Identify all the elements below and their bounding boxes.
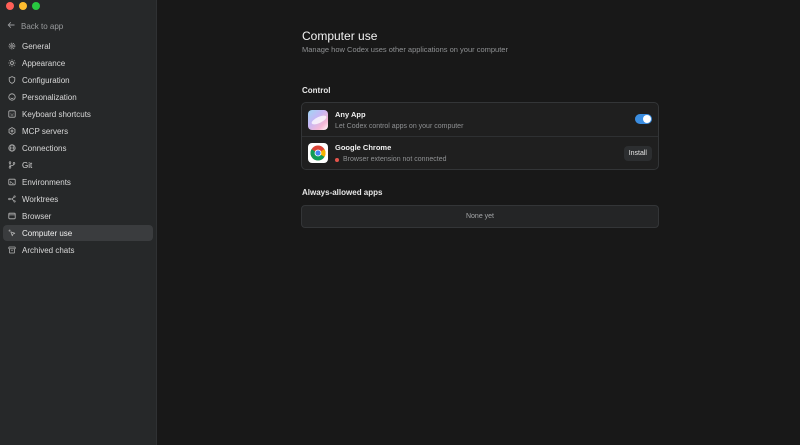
sun-icon (8, 59, 16, 67)
zoom-window-button[interactable] (32, 2, 40, 10)
sidebar-item-connections[interactable]: Connections (3, 140, 153, 156)
chrome-status-text: Browser extension not connected (343, 156, 447, 163)
any-app-title: Any App (335, 109, 366, 119)
terminal-icon (8, 178, 16, 186)
hexagon-icon (8, 127, 16, 135)
sidebar-item-label: Keyboard shortcuts (22, 109, 91, 119)
any-app-icon (308, 109, 328, 130)
settings-content: Computer use Manage how Codex uses other… (158, 0, 800, 445)
keyboard-icon (8, 110, 16, 118)
arrow-left-icon (7, 21, 15, 31)
any-app-row: Any App Let Codex control apps on your c… (302, 103, 658, 136)
google-chrome-title: Google Chrome (335, 143, 392, 152)
install-button[interactable]: Install (623, 146, 652, 161)
always-allowed-empty-state: None yet (301, 205, 659, 228)
page-title: Computer use (302, 29, 378, 43)
gear-icon (8, 42, 16, 50)
sidebar-item-git[interactable]: Git (3, 157, 153, 173)
window-controls (6, 2, 40, 10)
sidebar-item-general[interactable]: General (3, 38, 153, 54)
any-app-toggle[interactable] (635, 114, 652, 124)
sidebar-item-personalization[interactable]: Personalization (3, 89, 153, 105)
chrome-status: Browser extension not connected (335, 156, 447, 163)
page-subtitle: Manage how Codex uses other applications… (302, 45, 508, 54)
worktree-icon (8, 195, 16, 203)
git-branch-icon (8, 161, 16, 169)
back-to-app-link[interactable]: Back to app (7, 19, 63, 33)
error-status-dot (335, 157, 339, 162)
sidebar-item-label: Personalization (22, 92, 77, 102)
shield-icon (8, 76, 16, 84)
sidebar-item-computer-use[interactable]: Computer use (3, 225, 153, 241)
sidebar-item-appearance[interactable]: Appearance (3, 55, 153, 71)
google-chrome-row: Google Chrome Browser extension not conn… (302, 136, 658, 169)
sidebar-item-archived-chats[interactable]: Archived chats (3, 242, 153, 258)
cursor-sparkle-icon (8, 229, 16, 237)
smile-icon (8, 93, 16, 101)
sidebar-item-label: Environments (22, 177, 71, 187)
sidebar-item-mcp-servers[interactable]: MCP servers (3, 123, 153, 139)
sidebar-item-keyboard-shortcuts[interactable]: Keyboard shortcuts (3, 106, 153, 122)
sidebar-item-label: Worktrees (22, 194, 59, 204)
sidebar-item-label: Configuration (22, 75, 70, 85)
minimize-window-button[interactable] (19, 2, 27, 10)
sidebar-item-label: General (22, 41, 51, 51)
archive-icon (8, 246, 16, 254)
back-to-app-label: Back to app (21, 21, 64, 31)
browser-icon (8, 212, 16, 220)
settings-nav: General Appearance Configuration Persona… (3, 38, 153, 259)
sidebar-item-label: Appearance (22, 58, 66, 68)
sidebar-item-label: Connections (22, 143, 67, 153)
close-window-button[interactable] (6, 2, 14, 10)
sidebar-item-environments[interactable]: Environments (3, 174, 153, 190)
sidebar-item-label: Git (22, 160, 33, 170)
sidebar-item-label: Computer use (22, 228, 73, 238)
globe-icon (8, 144, 16, 152)
sidebar-item-browser[interactable]: Browser (3, 208, 153, 224)
sidebar: Back to app General Appearance Configura… (0, 0, 157, 445)
sidebar-item-label: Archived chats (22, 245, 75, 255)
control-section-heading: Control (302, 86, 331, 95)
sidebar-item-worktrees[interactable]: Worktrees (3, 191, 153, 207)
sidebar-item-configuration[interactable]: Configuration (3, 72, 153, 88)
any-app-description: Let Codex control apps on your computer (335, 122, 464, 130)
always-allowed-heading: Always-allowed apps (302, 188, 383, 197)
control-card: Any App Let Codex control apps on your c… (301, 102, 659, 170)
sidebar-item-label: MCP servers (22, 126, 69, 136)
chrome-icon (308, 143, 328, 163)
sidebar-item-label: Browser (22, 211, 52, 221)
